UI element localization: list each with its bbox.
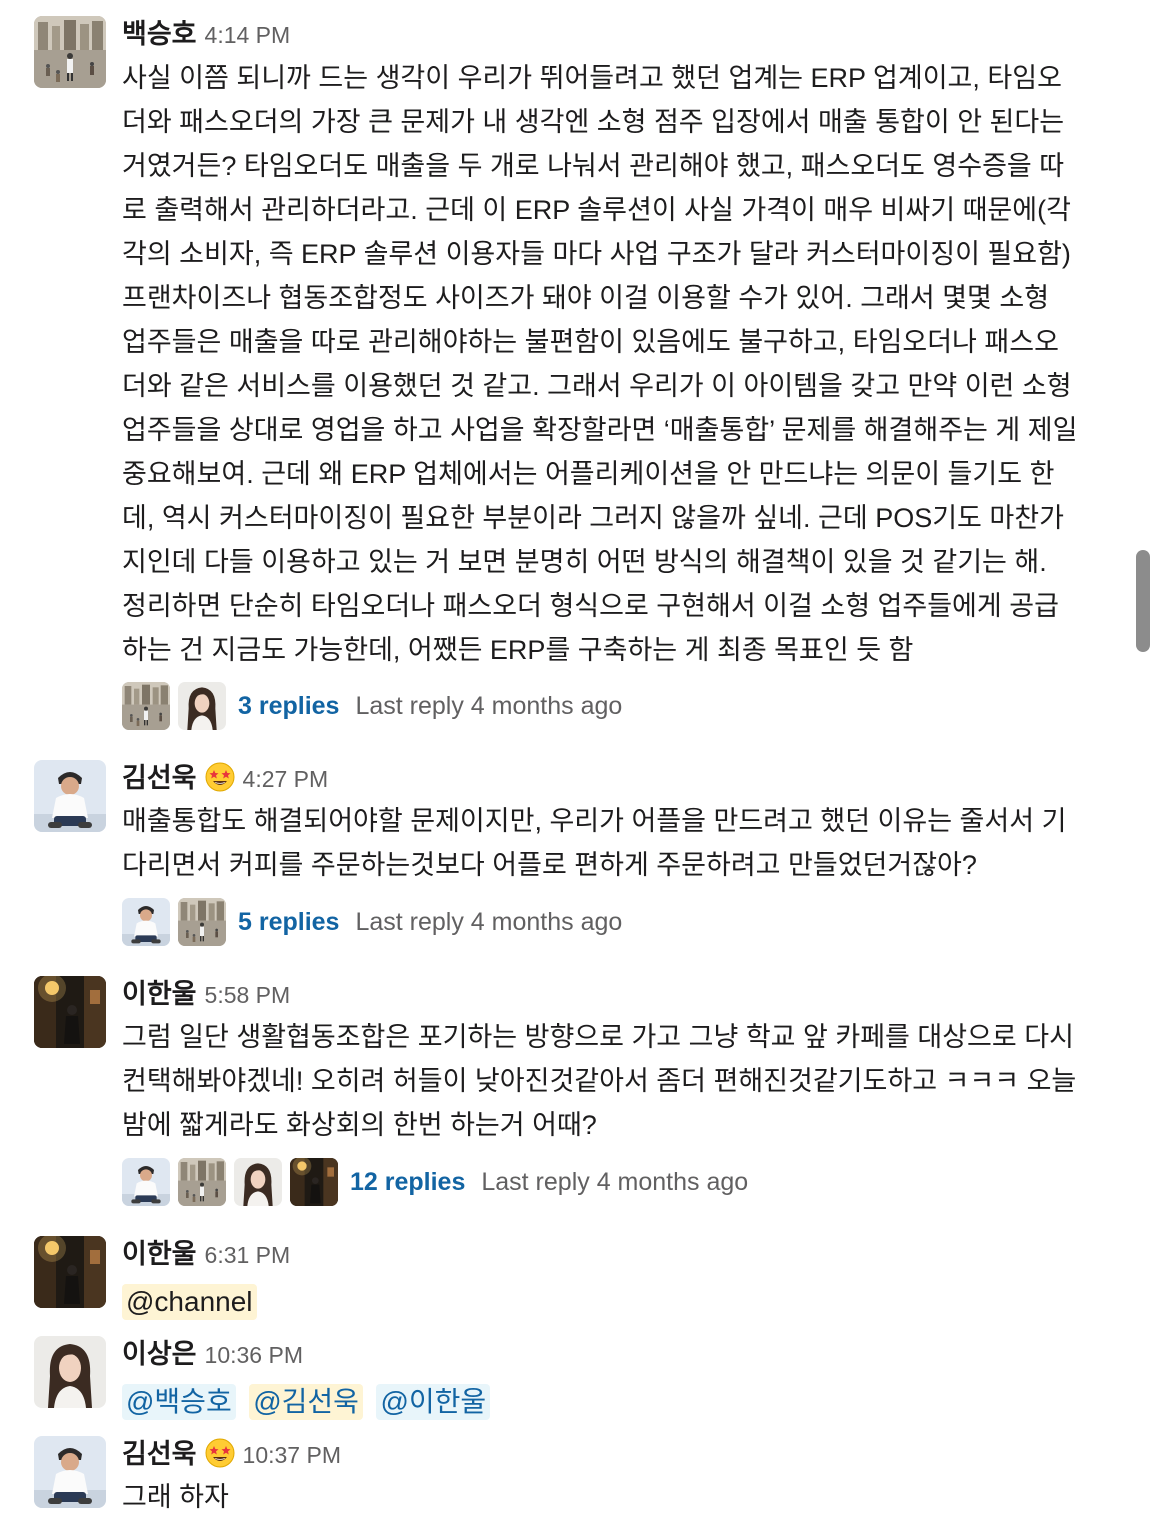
user-mention[interactable]: @김선욱 [249,1384,363,1420]
text-line: 업주들을 상대로 영업을 하고 사업을 확장할라면 ‘매출통합’ 문제를 해결해… [122,415,1078,445]
text-line: 지인데 다들 이용하고 있는 거 보면 분명히 어떤 방식의 해결책이 있을 것… [122,547,1047,577]
thread-summary[interactable]: 12 replies Last reply 4 months ago [122,1158,748,1206]
author-name[interactable]: 백승호 [122,12,197,51]
text-line: 데, 역시 커스터마이징이 필요한 부분이라 그러지 않을까 싶네. 근데 PO… [122,503,1064,533]
text-line: 다리면서 커피를 주문하는것보다 어플로 편하게 주문하려고 만들었던거잖아? [122,850,977,880]
author-name[interactable]: 김선욱 [122,1432,197,1471]
timestamp[interactable]: 4:27 PM [243,766,329,793]
text-line: 각의 소비자, 즉 ERP 솔루션 이용자들 마다 사업 구조가 달라 커스터마… [122,239,1071,269]
participant-avatar [122,898,170,946]
text-line: 중요해보여. 근데 왜 ERP 업체에서는 어플리케이션을 안 만드냐는 의문이… [122,459,1055,489]
avatar[interactable] [34,760,106,832]
author-name[interactable]: 이한울 [122,972,197,1011]
channel-mention[interactable]: @channel [122,1284,257,1320]
participant-avatar [178,682,226,730]
timestamp[interactable]: 4:14 PM [205,22,291,49]
avatar[interactable] [34,16,106,88]
thread-summary[interactable]: 3 replies Last reply 4 months ago [122,682,622,730]
last-reply-text: Last reply 4 months ago [355,907,623,936]
message-text: @channel [122,1280,1122,1324]
avatar[interactable] [34,976,106,1048]
participant-avatar [178,1158,226,1206]
replies-link[interactable]: 3 replies [238,692,339,721]
author-name[interactable]: 이상은 [122,1332,197,1371]
avatar[interactable] [34,1236,106,1308]
last-reply-text: Last reply 4 months ago [355,691,623,720]
participant-avatar [122,682,170,730]
star-struck-emoji-icon[interactable] [205,1438,235,1468]
avatar[interactable] [34,1336,106,1408]
author-name[interactable]: 이한울 [122,1232,197,1271]
author-name[interactable]: 김선욱 [122,756,197,795]
text-line: 더와 같은 서비스를 이용했던 것 같고. 그래서 우리가 이 아이템을 갖고 … [122,371,1072,401]
message-text: 그래 하자 [122,1475,1122,1519]
text-line: 하는 건 지금도 가능한데, 어쨌든 ERP를 구축하는 게 최종 목표인 듯 … [122,635,914,665]
last-reply-text: Last reply 4 months ago [481,1167,749,1196]
text-line: 거였거든? 타임오더도 매출을 두 개로 나눠서 관리해야 했고, 패스오더도 … [122,151,1065,181]
text-line: 그럼 일단 생활협동조합은 포기하는 방향으로 가고 그냥 학교 앞 카페를 대… [122,1022,1074,1052]
replies-link[interactable]: 12 replies [350,1168,465,1197]
participant-avatar [234,1158,282,1206]
text-line: 그래 하자 [122,1482,229,1512]
timestamp[interactable]: 6:31 PM [205,1242,291,1269]
message-text: 사실 이쯤 되니까 드는 생각이 우리가 뛰어들려고 했던 업계는 ERP 업계… [122,56,1122,672]
timestamp[interactable]: 10:36 PM [205,1342,303,1369]
message-text: 매출통합도 해결되어야할 문제이지만, 우리가 어플을 만드려고 했던 이유는 … [122,799,1122,887]
thread-summary[interactable]: 5 replies Last reply 4 months ago [122,898,622,946]
message-text: 그럼 일단 생활협동조합은 포기하는 방향으로 가고 그냥 학교 앞 카페를 대… [122,1015,1122,1147]
text-line: 사실 이쯤 되니까 드는 생각이 우리가 뛰어들려고 했던 업계는 ERP 업계… [122,63,1062,93]
text-line: 업주들은 매출을 따로 관리해야하는 불편함이 있음에도 불구하고, 타임오더나… [122,327,1059,357]
participant-avatar [178,898,226,946]
avatar[interactable] [34,1436,106,1508]
text-line: 더와 패스오더의 가장 큰 문제가 내 생각엔 소형 점주 입장에서 매출 통합… [122,107,1065,137]
text-line: 컨택해봐야겠네! 오히려 허들이 낮아진것같아서 좀더 편해진것같기도하고 ㅋㅋ… [122,1066,1077,1096]
scrollbar-thumb[interactable] [1136,550,1150,652]
text-line: 로 출력해서 관리하더라고. 근데 이 ERP 솔루션이 사실 가격이 매우 비… [122,195,1071,225]
user-mention[interactable]: @백승호 [122,1384,236,1420]
text-line: 밤에 짧게라도 화상회의 한번 하는거 어때? [122,1110,597,1140]
message-text: @백승호 @김선욱 @이한울 [122,1380,1122,1424]
participant-avatar [290,1158,338,1206]
text-line: 프랜차이즈나 협동조합정도 사이즈가 돼야 이걸 이용할 수가 있어. 그래서 … [122,283,1050,313]
user-mention[interactable]: @이한울 [376,1384,491,1420]
star-struck-emoji-icon[interactable] [205,762,235,792]
participant-avatar [122,1158,170,1206]
text-line: 정리하면 단순히 타임오더나 패스오더 형식으로 구현해서 이걸 소형 업주들에… [122,591,1059,621]
timestamp[interactable]: 5:58 PM [205,982,291,1009]
timestamp[interactable]: 10:37 PM [243,1442,341,1469]
text-line: 매출통합도 해결되어야할 문제이지만, 우리가 어플을 만드려고 했던 이유는 … [122,806,1067,836]
replies-link[interactable]: 5 replies [238,908,339,937]
